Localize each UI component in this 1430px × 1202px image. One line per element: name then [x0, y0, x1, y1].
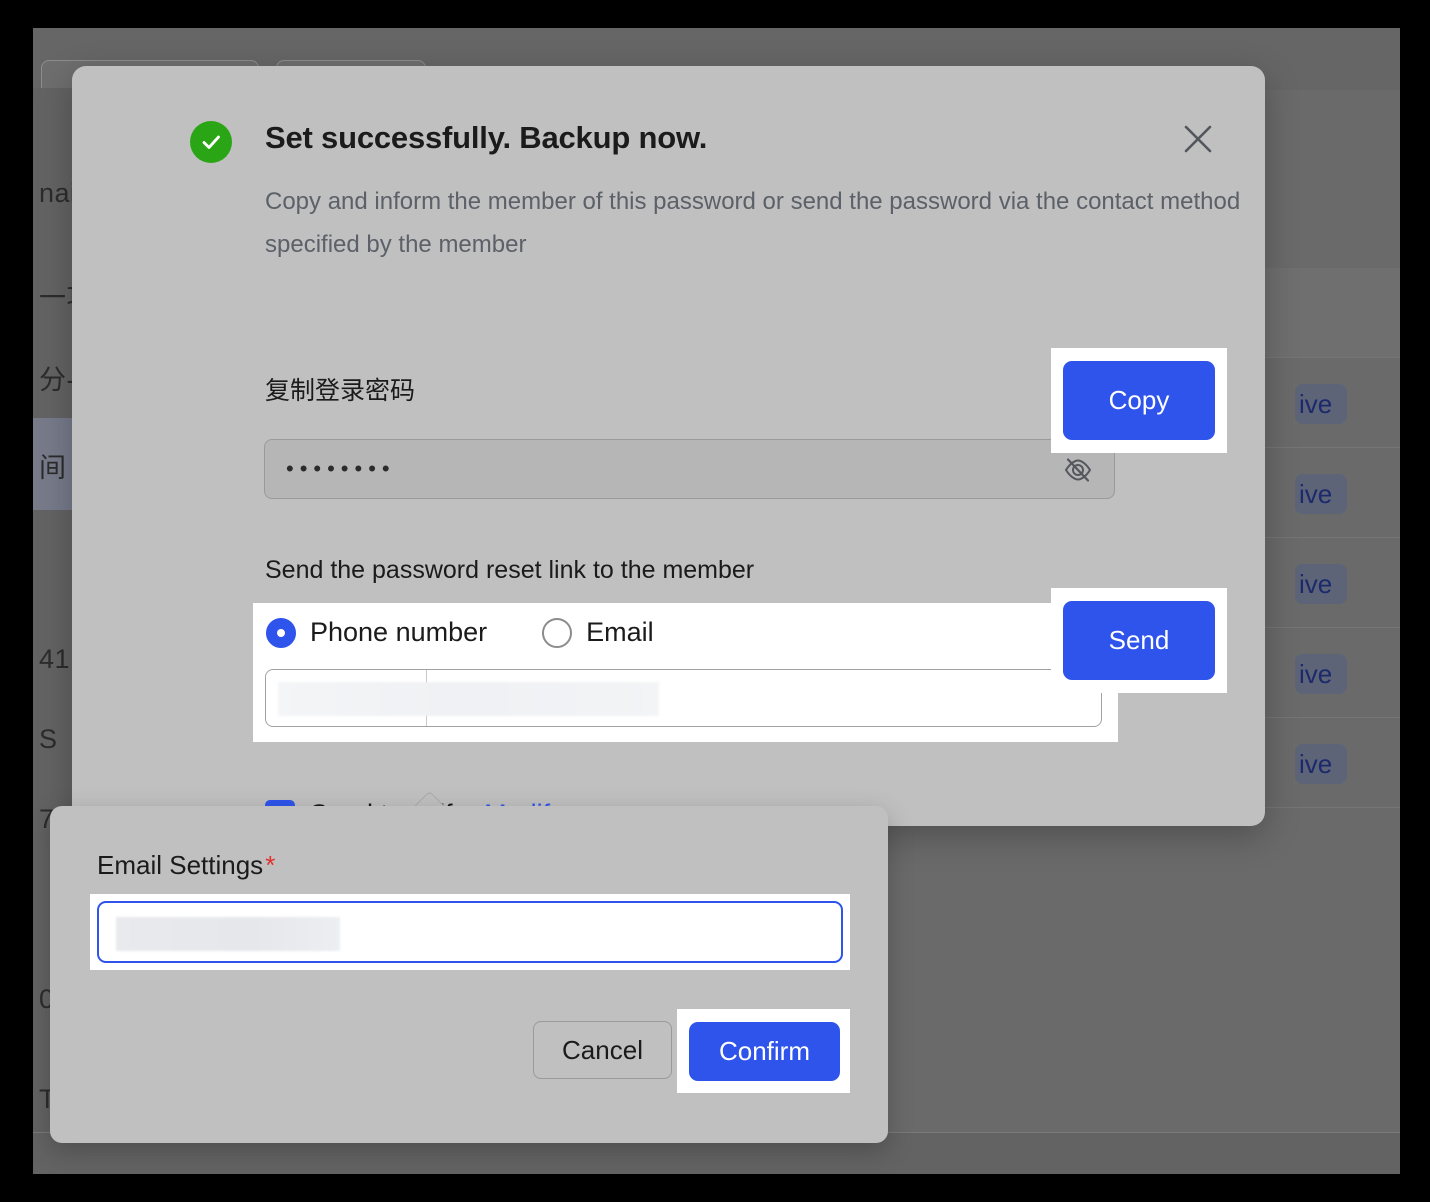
radio-email-label: Email — [586, 617, 654, 648]
background-left-label: 间 — [39, 446, 67, 485]
send-section-label: Send the password reset link to the memb… — [265, 556, 754, 585]
confirm-button-highlight: Confirm — [677, 1009, 850, 1093]
radio-group: Phone number Email — [266, 617, 654, 648]
send-button[interactable]: Send — [1063, 601, 1215, 680]
status-badge: ive — [1295, 384, 1347, 424]
phone-number-input[interactable] — [265, 669, 1102, 727]
dialog-description: Copy and inform the member of this passw… — [265, 180, 1250, 266]
copy-button[interactable]: Copy — [1063, 361, 1215, 440]
password-value: •••••••• — [286, 458, 396, 480]
check-circle-icon — [190, 121, 232, 163]
radio-email[interactable] — [542, 618, 572, 648]
email-input-highlight — [90, 894, 850, 970]
page-title: Set successfully. Backup now. — [265, 120, 707, 156]
email-settings-popover: Email Settings* Cancel Confirm — [50, 806, 888, 1143]
status-badge: ive — [1295, 474, 1347, 514]
password-input[interactable]: •••••••• — [264, 439, 1115, 499]
background-left-label: 41 — [39, 644, 70, 675]
confirm-button[interactable]: Confirm — [689, 1022, 840, 1081]
radio-phone-number[interactable] — [266, 618, 296, 648]
status-badge: ive — [1295, 744, 1347, 784]
email-settings-label-text: Email Settings — [97, 850, 263, 880]
required-asterisk: * — [265, 850, 275, 880]
phone-number-redacted-value — [278, 682, 659, 716]
email-settings-label: Email Settings* — [97, 850, 275, 881]
cancel-button[interactable]: Cancel — [533, 1021, 672, 1079]
status-badge: ive — [1295, 654, 1347, 694]
eye-off-icon[interactable] — [1062, 454, 1094, 486]
status-badge: ive — [1295, 564, 1347, 604]
backup-password-dialog: Set successfully. Backup now. Copy and i… — [72, 66, 1265, 826]
radio-phone-number-label: Phone number — [310, 617, 487, 648]
email-redacted-value — [116, 917, 340, 951]
background-left-label: S — [39, 724, 58, 755]
email-field[interactable] — [97, 901, 843, 963]
send-method-panel: Phone number Email — [253, 603, 1118, 742]
close-icon[interactable] — [1175, 116, 1221, 162]
background-left-label: nai — [39, 178, 77, 209]
screen-root: nai 一功 分-组 间 41 S 7 0 T ive ive ive ive — [0, 0, 1430, 1202]
password-field-label: 复制登录密码 — [265, 371, 415, 407]
